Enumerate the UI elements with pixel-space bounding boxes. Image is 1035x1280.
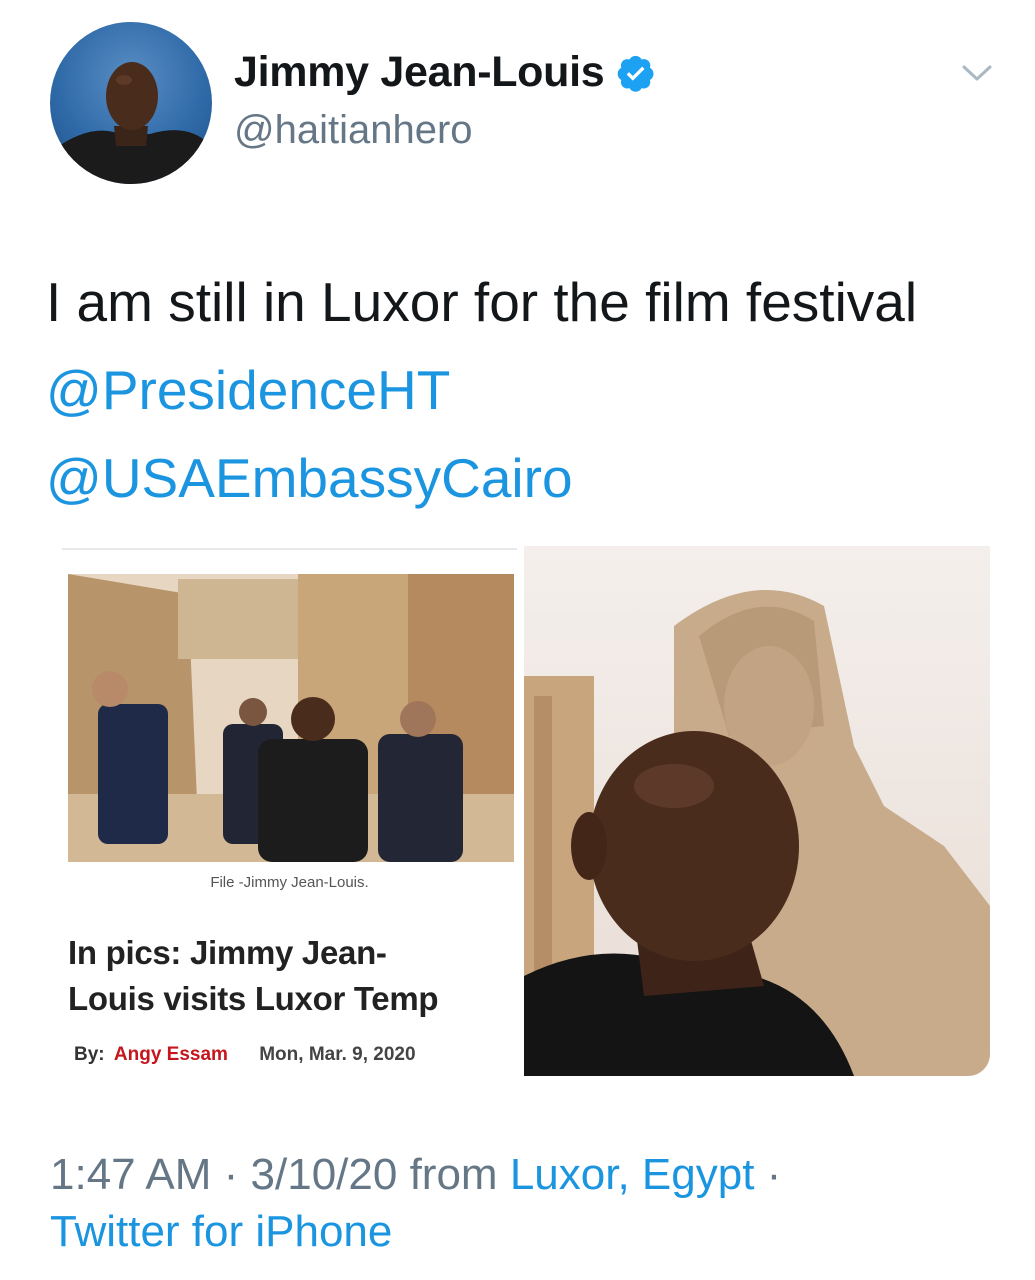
headline-line-2: Louis visits Luxor Temp <box>68 980 439 1017</box>
news-headline: In pics: Jimmy Jean- Louis visits Luxor … <box>68 930 514 1022</box>
tweet-date[interactable]: 3/10/20 <box>251 1150 398 1199</box>
byline-label: By: <box>74 1044 105 1065</box>
display-name[interactable]: Jimmy Jean-Louis <box>234 48 656 97</box>
mention-presidenceht[interactable]: @PresidenceHT <box>46 359 450 421</box>
photo-caption: File -Jimmy Jean-Louis. <box>210 874 369 891</box>
byline-author: Angy Essam <box>113 1044 228 1065</box>
source-link[interactable]: Twitter for iPhone <box>50 1207 392 1256</box>
temple-group-photo-icon <box>68 574 514 862</box>
tweet-text: I am still in Luxor for the film festiva… <box>46 258 986 522</box>
location-link[interactable]: Luxor, Egypt <box>510 1150 755 1199</box>
tweet-meta: 1:47 AM · 3/10/20 from Luxor, Egypt · Tw… <box>50 1146 980 1260</box>
byline: By: Angy Essam Mon, Mar. 9, 2020 <box>74 1044 416 1066</box>
meta-separator-trailing: · <box>754 1150 782 1199</box>
meta-separator: · <box>211 1150 251 1199</box>
media-portrait-photo[interactable] <box>524 546 990 1076</box>
portrait-photo-icon <box>524 546 990 1076</box>
avatar[interactable] <box>50 22 212 184</box>
verified-badge-icon <box>618 55 654 92</box>
chevron-down-icon[interactable] <box>958 58 996 88</box>
profile-photo-icon <box>50 62 212 184</box>
mention-usaembassycairo[interactable]: @USAEmbassyCairo <box>46 447 573 509</box>
tweet-body-text: I am still in Luxor for the film festiva… <box>46 271 918 333</box>
byline-date: Mon, Mar. 9, 2020 <box>259 1044 416 1065</box>
media-news-screenshot[interactable]: File -Jimmy Jean-Louis. In pics: Jimmy J… <box>62 548 517 1076</box>
tweet-time[interactable]: 1:47 AM <box>50 1150 211 1199</box>
from-label: from <box>397 1150 510 1199</box>
headline-line-1: In pics: Jimmy Jean- <box>68 934 387 971</box>
display-name-text: Jimmy Jean-Louis <box>234 48 605 96</box>
user-handle[interactable]: @haitianhero <box>234 108 473 153</box>
news-photo <box>68 574 514 862</box>
